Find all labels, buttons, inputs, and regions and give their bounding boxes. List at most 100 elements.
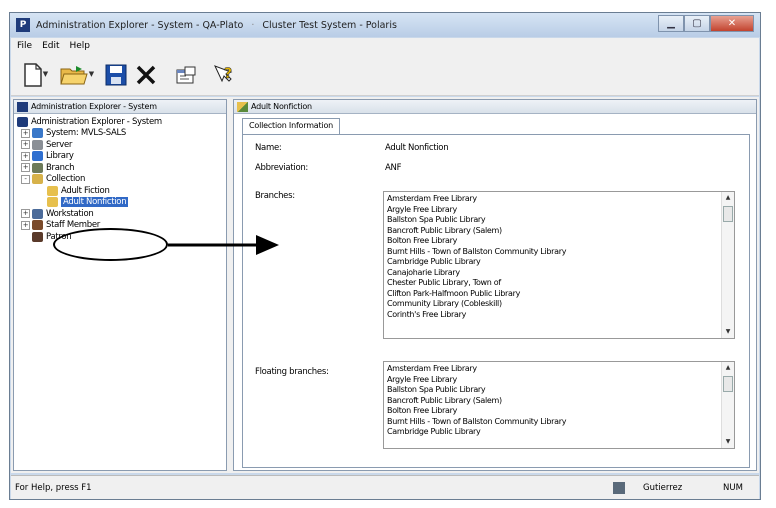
list-item[interactable]: Chester Public Library, Town of <box>387 278 734 289</box>
workstation-icon <box>32 208 43 219</box>
expand-icon[interactable]: + <box>21 151 30 161</box>
expand-icon[interactable]: + <box>21 220 30 230</box>
svg-text:?: ? <box>224 66 232 82</box>
branches-list[interactable]: Amsterdam Free Library Argyle Free Librar… <box>383 191 735 339</box>
callout-arrow-icon <box>168 235 279 255</box>
patron-icon <box>32 231 43 242</box>
name-field[interactable]: Adult Nonfiction <box>383 142 735 155</box>
floating-branches-scrollbar[interactable]: ▲ ▼ <box>721 362 734 448</box>
save-button[interactable] <box>101 60 131 90</box>
toolbar: ▼ ▼ ? <box>11 54 759 96</box>
properties-button[interactable] <box>171 60 201 90</box>
tree-node-label: Adult Nonfiction <box>61 197 129 208</box>
collection-icon <box>32 174 43 185</box>
collection-information-panel: Name: Adult Nonfiction Abbreviation: ANF… <box>242 134 750 468</box>
close-button[interactable]: ✕ <box>710 15 754 32</box>
menu-edit[interactable]: Edit <box>42 41 59 51</box>
tree-node-label: Adult Fiction <box>61 185 110 196</box>
list-item[interactable]: Cambridge Public Library <box>387 427 734 438</box>
new-dropdown-icon[interactable]: ▼ <box>43 71 48 78</box>
status-user-area: Gutierrez <box>613 481 683 494</box>
window-title-main: Administration Explorer - System - QA-Pl… <box>36 19 244 31</box>
floating-branches-items: Amsterdam Free Library Argyle Free Librar… <box>384 362 734 438</box>
scroll-up-icon[interactable]: ▲ <box>722 192 734 204</box>
title-bar[interactable]: P Administration Explorer - System - QA-… <box>10 13 760 37</box>
branches-scrollbar[interactable]: ▲ ▼ <box>721 192 734 338</box>
tree-node[interactable]: Adult Nonfiction <box>17 197 226 209</box>
scroll-up-icon[interactable]: ▲ <box>722 362 734 374</box>
scroll-thumb[interactable] <box>723 206 733 222</box>
list-item[interactable]: Amsterdam Free Library <box>387 364 734 375</box>
app-icon: P <box>16 18 30 32</box>
list-item[interactable]: Bolton Free Library <box>387 236 734 247</box>
tree-node[interactable]: + Branch <box>17 162 226 174</box>
expand-icon[interactable]: + <box>21 163 30 173</box>
list-item[interactable]: Canajoharie Library <box>387 268 734 279</box>
explorer-tree: Administration Explorer - System + System:… <box>14 114 226 243</box>
tree-node-label: Branch <box>46 162 75 173</box>
menu-file[interactable]: File <box>17 41 32 51</box>
branches-label: Branches: <box>255 191 295 201</box>
expand-icon[interactable]: + <box>21 128 30 138</box>
tree-node[interactable]: - Collection <box>17 174 226 186</box>
collapse-icon[interactable]: - <box>21 174 30 184</box>
list-item[interactable]: Argyle Free Library <box>387 205 734 216</box>
tree-node-label: Server <box>46 139 73 150</box>
open-button[interactable]: ▼ <box>57 60 97 90</box>
abbreviation-field[interactable]: ANF <box>383 162 735 175</box>
properties-icon <box>176 66 196 83</box>
list-item[interactable]: Ballston Spa Public Library <box>387 215 734 226</box>
collection-item-icon <box>47 185 58 196</box>
list-item[interactable]: Bancroft Public Library (Salem) <box>387 226 734 237</box>
polaris-icon <box>17 116 28 127</box>
scroll-down-icon[interactable]: ▼ <box>722 326 734 338</box>
floating-branches-label: Floating branches: <box>255 367 329 377</box>
expand-icon[interactable]: + <box>21 140 30 150</box>
tree-node[interactable]: Administration Explorer - System <box>17 116 226 128</box>
floating-branches-list[interactable]: Amsterdam Free Library Argyle Free Librar… <box>383 361 735 449</box>
delete-button[interactable] <box>131 60 161 90</box>
user-icon <box>613 481 625 494</box>
new-button[interactable]: ▼ <box>19 60 53 90</box>
window-title: Administration Explorer - System - QA-Pl… <box>36 19 397 31</box>
list-item[interactable]: Corinth's Free Library <box>387 310 734 321</box>
list-item[interactable]: Community Library (Cobleskill) <box>387 299 734 310</box>
scroll-thumb[interactable] <box>723 376 733 392</box>
menu-help[interactable]: Help <box>70 41 91 51</box>
tab-collection-information[interactable]: Collection Information <box>242 118 341 134</box>
list-item[interactable]: Clifton Park-Halfmoon Public Library <box>387 289 734 300</box>
menu-bar: File Edit Help <box>11 38 759 54</box>
tree-node[interactable]: + Server <box>17 139 226 151</box>
server-icon <box>32 139 43 150</box>
status-message: For Help, press F1 <box>15 482 92 493</box>
open-dropdown-icon[interactable]: ▼ <box>89 71 94 78</box>
maximize-button[interactable]: ▢ <box>684 15 710 32</box>
list-item[interactable]: Amsterdam Free Library <box>387 194 734 205</box>
tree-node[interactable]: + System: MVLS-SALS <box>17 128 226 140</box>
branch-icon <box>32 162 43 173</box>
list-item[interactable]: Cambridge Public Library <box>387 257 734 268</box>
tree-node[interactable]: + Workstation <box>17 208 226 220</box>
system-icon <box>32 128 43 139</box>
list-item[interactable]: Ballston Spa Public Library <box>387 385 734 396</box>
detail-pane-header: Adult Nonfiction <box>234 100 756 114</box>
status-num: NUM <box>723 482 743 493</box>
scroll-down-icon[interactable]: ▼ <box>722 436 734 448</box>
expand-icon[interactable]: + <box>21 209 30 219</box>
help-button[interactable]: ? <box>209 60 239 90</box>
minimize-button[interactable]: ▁ <box>658 15 684 32</box>
new-icon <box>24 62 42 87</box>
list-item[interactable]: Burnt Hills - Town of Ballston Community… <box>387 417 734 428</box>
list-item[interactable]: Burnt Hills - Town of Ballston Community… <box>387 247 734 258</box>
abbreviation-label: Abbreviation: <box>255 163 308 173</box>
explorer-tree-pane: Administration Explorer - System Adminis… <box>13 99 227 471</box>
list-item[interactable]: Argyle Free Library <box>387 375 734 386</box>
status-user: Gutierrez <box>643 482 683 493</box>
tree-node[interactable]: Adult Fiction <box>17 185 226 197</box>
open-folder-icon <box>60 65 88 84</box>
list-item[interactable]: Bancroft Public Library (Salem) <box>387 396 734 407</box>
tree-node[interactable]: + Library <box>17 151 226 163</box>
list-item[interactable]: Bolton Free Library <box>387 406 734 417</box>
branches-items: Amsterdam Free Library Argyle Free Librar… <box>384 192 734 320</box>
